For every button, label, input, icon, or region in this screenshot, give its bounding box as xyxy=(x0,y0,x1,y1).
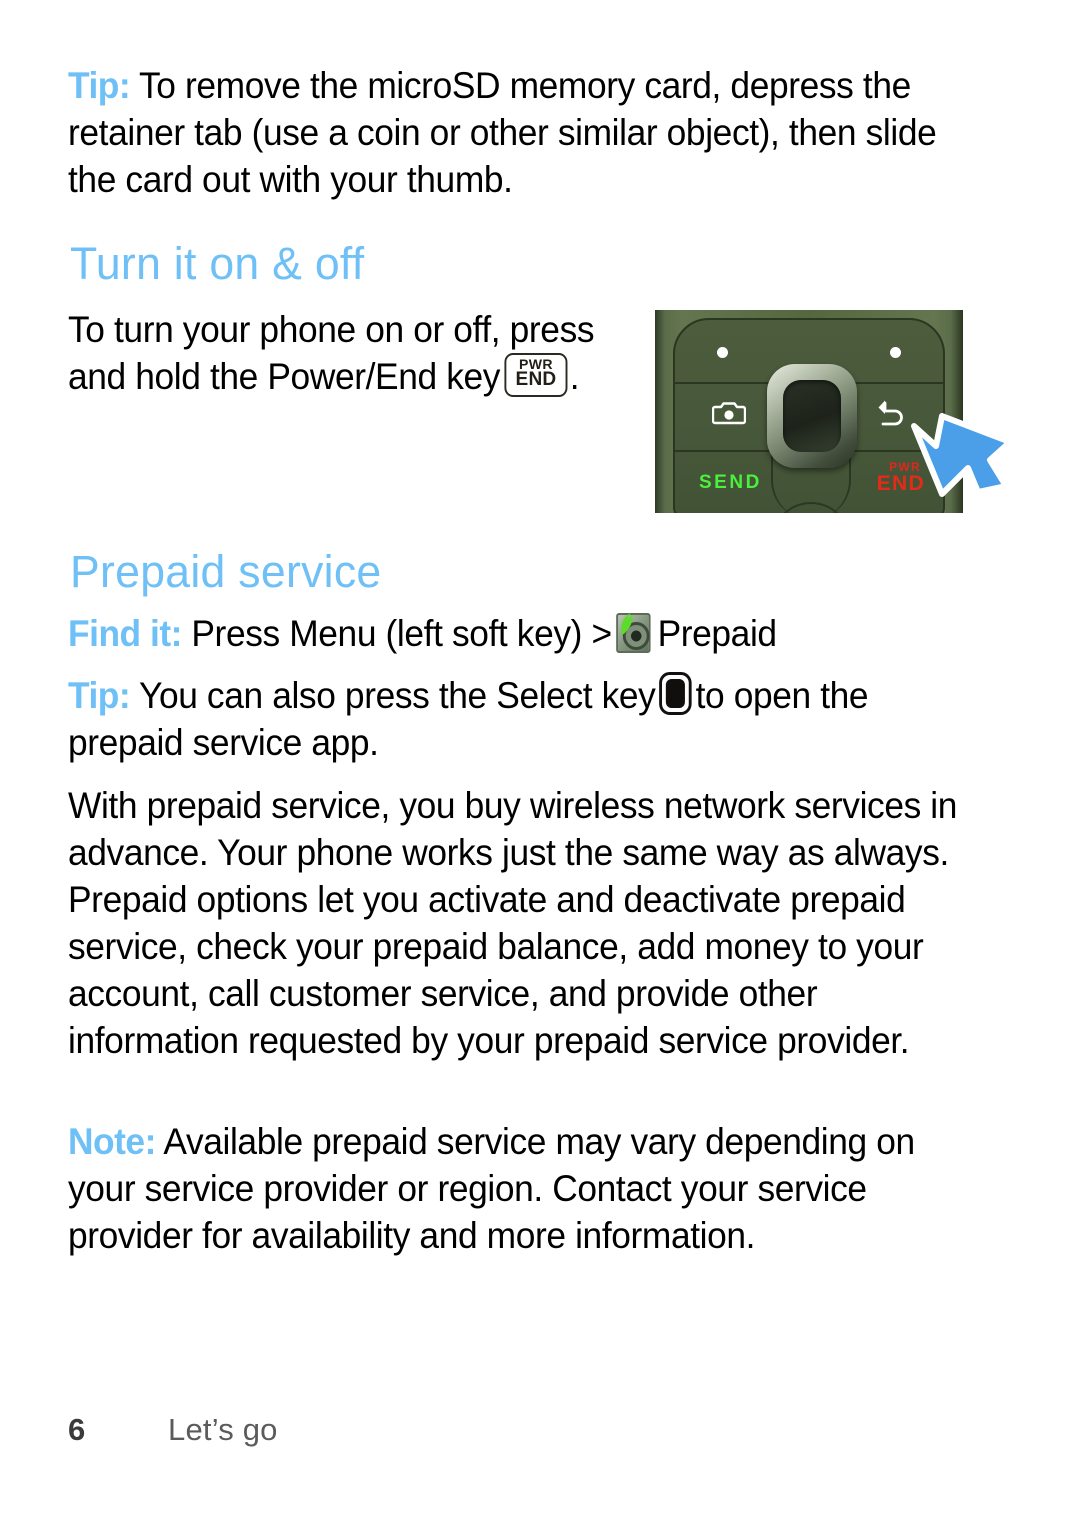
tip-microsd-text: To remove the microSD memory card, depre… xyxy=(68,65,937,200)
find-it-path-after: Prepaid xyxy=(657,613,778,654)
find-it-path-before: Press Menu (left soft key) > xyxy=(191,613,612,654)
right-soft-key-dot-icon xyxy=(890,347,901,358)
pwr-end-key-icon: PWR END xyxy=(504,353,568,397)
find-it-label: Find it: xyxy=(68,613,182,654)
note-paragraph: Note: Available prepaid service may vary… xyxy=(68,1118,970,1259)
note-label: Note: xyxy=(68,1121,156,1162)
navigation-pad xyxy=(767,364,857,468)
note-text: Available prepaid service may vary depen… xyxy=(68,1121,915,1256)
prepaid-app-icon xyxy=(615,611,653,655)
tip-select-key-paragraph: Tip: You can also press the Select key to… xyxy=(68,672,970,766)
back-arrow-icon xyxy=(878,400,903,426)
callout-arrow-icon xyxy=(911,413,1013,497)
page-footer: 6 Let’s go xyxy=(68,1412,668,1456)
section-name: Let’s go xyxy=(168,1412,278,1447)
camera-icon xyxy=(712,402,746,425)
prepaid-app-icon-arrow xyxy=(621,613,633,634)
keypad-plate: SEND PWR END xyxy=(673,318,945,513)
turn-on-off-paragraph: To turn your phone on or off, press and … xyxy=(68,306,603,400)
manual-page: Tip: To remove the microSD memory card, … xyxy=(0,0,1080,1532)
send-key-label: SEND xyxy=(699,472,762,493)
prepaid-body-paragraph: With prepaid service, you buy wireless n… xyxy=(68,785,958,1061)
left-soft-key-dot-icon xyxy=(717,347,728,358)
tip-select-key-text-before: You can also press the Select key xyxy=(139,675,656,716)
tip-label: Tip: xyxy=(68,675,131,716)
select-key-icon xyxy=(659,672,692,715)
heading-prepaid-service: Prepaid service xyxy=(70,546,382,597)
tip-label: Tip: xyxy=(68,65,131,106)
pwr-end-key-line2: END xyxy=(515,369,557,390)
select-key xyxy=(783,380,841,452)
turn-on-off-text-tail: . xyxy=(569,356,580,397)
tip-microsd-paragraph: Tip: To remove the microSD memory card, … xyxy=(68,62,970,203)
heading-turn-it-on-off: Turn it on & off xyxy=(70,238,365,289)
page-number: 6 xyxy=(68,1412,86,1447)
find-it-line: Find it: Press Menu (left soft key) > Pre… xyxy=(68,610,970,657)
